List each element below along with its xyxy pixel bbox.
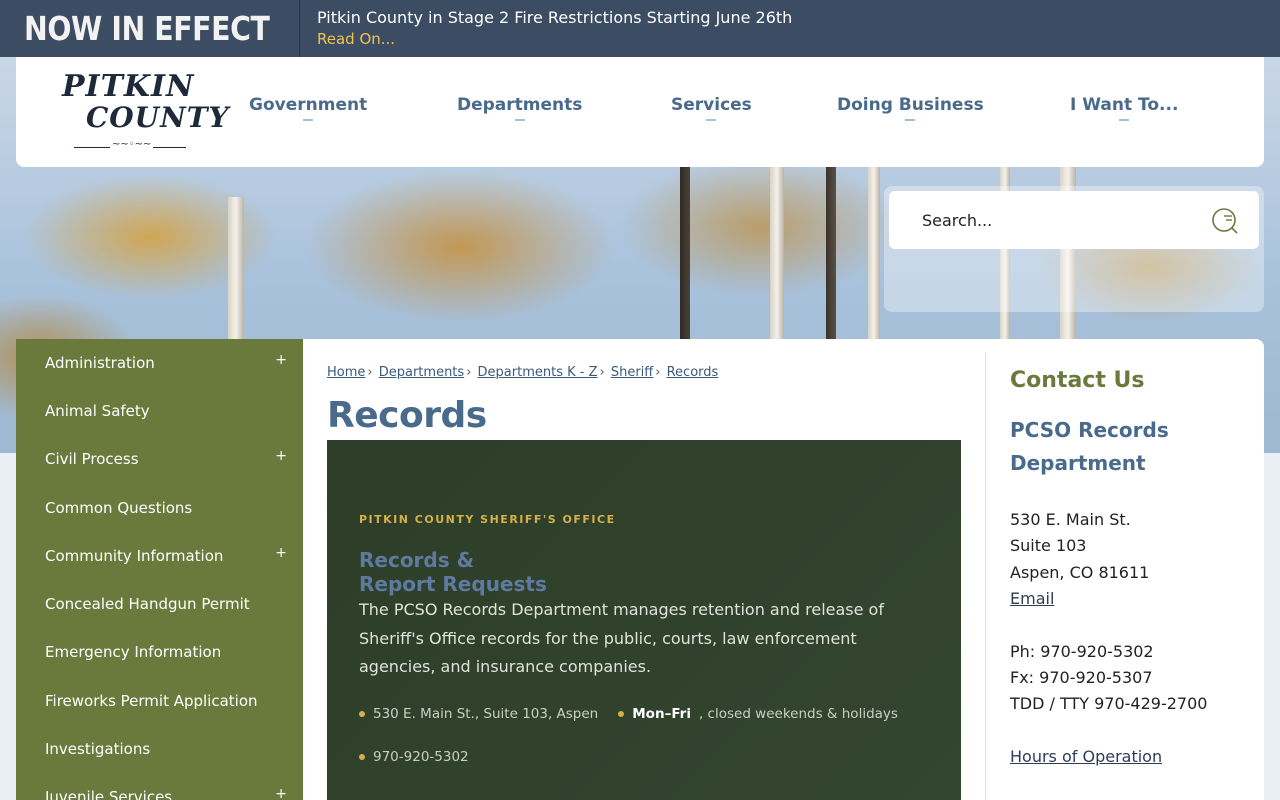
sidebar-item-common-questions[interactable]: Common Questions — [16, 484, 303, 532]
contact-email-link[interactable]: Email — [1010, 589, 1054, 608]
logo-text-line1: PITKIN — [62, 69, 195, 104]
feature-heading: Records & Report Requests — [359, 548, 547, 596]
search-box — [889, 191, 1259, 249]
breadcrumb-sheriff[interactable]: Sheriff — [611, 365, 653, 380]
feature-details-row: 530 E. Main St., Suite 103, Aspen Mon–Fr… — [359, 706, 898, 722]
pitkin-county-logo[interactable]: PITKIN COUNTY — [62, 65, 229, 155]
sidebar-item-animal-safety[interactable]: Animal Safety — [16, 387, 303, 435]
alert-label: NOW IN EFFECT — [0, 0, 300, 57]
feature-eyebrow: PITKIN COUNTY SHERIFF'S OFFICE — [359, 513, 616, 526]
expand-plus-icon[interactable]: + — [275, 545, 287, 561]
breadcrumb-departments-k-z[interactable]: Departments K - Z — [478, 365, 598, 380]
nav-government[interactable]: Government — [249, 95, 367, 121]
sidebar-nav: Administration + Animal Safety Civil Proc… — [16, 339, 303, 800]
alert-read-on-link[interactable]: Read On... — [317, 28, 792, 50]
hours-of-operation-link[interactable]: Hours of Operation — [1010, 747, 1162, 766]
feature-hours-note: , closed weekends & holidays — [698, 706, 898, 722]
contact-phone: Ph: 970-920-5302 — [1010, 642, 1154, 661]
sidebar-item-emergency-information[interactable]: Emergency Information — [16, 628, 303, 676]
sidebar-item-civil-process[interactable]: Civil Process + — [16, 435, 303, 483]
search-panel — [884, 186, 1264, 312]
contact-us-panel: Contact Us PCSO Records Department 530 E… — [985, 352, 1264, 800]
site-header: PITKIN COUNTY Government Departments Ser… — [16, 57, 1264, 167]
contact-address-line1: 530 E. Main St. — [1010, 510, 1131, 529]
nav-doing-business[interactable]: Doing Business — [837, 95, 984, 121]
contact-fax: Fx: 970-920-5307 — [1010, 668, 1153, 687]
expand-plus-icon[interactable]: + — [275, 352, 287, 368]
logo-flourish-icon — [74, 139, 186, 155]
feature-phone-row: 970-920-5302 — [359, 749, 469, 765]
contact-department: PCSO Records Department — [1010, 418, 1169, 475]
breadcrumb: Home › Departments › Departments K - Z › Sh… — [327, 365, 719, 380]
alert-message[interactable]: Pitkin County in Stage 2 Fire Restrictio… — [317, 8, 792, 28]
breadcrumb-records[interactable]: Records — [667, 365, 719, 380]
contact-city: Aspen, CO 81611 — [1010, 563, 1150, 582]
bullet-dot-icon — [359, 711, 365, 717]
nav-departments[interactable]: Departments — [457, 95, 582, 121]
contact-title: Contact Us — [1010, 368, 1145, 393]
alert-bar: NOW IN EFFECT Pitkin County in Stage 2 F… — [0, 0, 1280, 57]
contact-address-line2: Suite 103 — [1010, 536, 1087, 555]
page-title: Records — [327, 395, 487, 436]
sidebar-item-concealed-handgun-permit[interactable]: Concealed Handgun Permit — [16, 580, 303, 628]
feature-description: The PCSO Records Department manages rete… — [359, 600, 884, 676]
logo-text-line2: COUNTY — [86, 101, 230, 134]
bullet-dot-icon — [618, 711, 625, 717]
bullet-dot-icon — [359, 754, 365, 760]
feature-hours-days: Mon–Fri — [632, 706, 691, 722]
nav-services[interactable]: Services — [671, 95, 752, 121]
sidebar-item-community-information[interactable]: Community Information + — [16, 532, 303, 580]
sidebar-item-investigations[interactable]: Investigations — [16, 725, 303, 773]
feature-phone: 970-920-5302 — [373, 749, 469, 765]
feature-address: 530 E. Main St., Suite 103, Aspen — [373, 706, 599, 722]
alert-title: NOW IN EFFECT — [24, 9, 270, 48]
breadcrumb-home[interactable]: Home — [327, 365, 365, 380]
nav-i-want-to[interactable]: I Want To... — [1070, 95, 1178, 121]
expand-plus-icon[interactable]: + — [275, 786, 287, 800]
sidebar-item-administration[interactable]: Administration + — [16, 339, 303, 387]
records-feature-panel: PITKIN COUNTY SHERIFF'S OFFICE Records &… — [327, 440, 961, 800]
search-input[interactable] — [889, 210, 1189, 230]
search-icon[interactable] — [1211, 207, 1239, 235]
breadcrumb-departments[interactable]: Departments — [379, 365, 464, 380]
sidebar-item-juvenile-services[interactable]: Juvenile Services + — [16, 773, 303, 800]
contact-tdd: TDD / TTY 970-429-2700 — [1010, 694, 1208, 713]
expand-plus-icon[interactable]: + — [275, 448, 287, 464]
sidebar-item-fireworks-permit[interactable]: Fireworks Permit Application — [16, 677, 303, 725]
